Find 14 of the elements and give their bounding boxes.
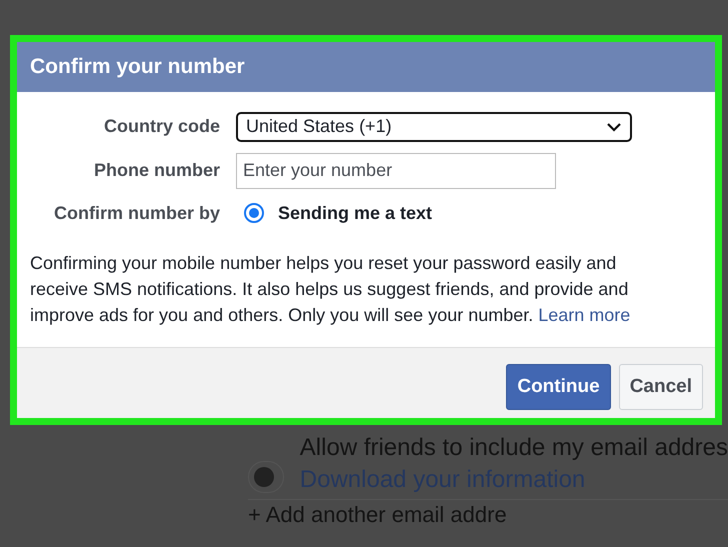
- radio-button[interactable]: [244, 203, 264, 223]
- description-text: Confirming your mobile number helps you reset your password easily and receive SMS notifications. It also helps us suggest friends, and provide and improve ads for you and others. Only you will see your number. Learn more: [29, 252, 632, 327]
- learn-more-link[interactable]: Learn more: [538, 304, 630, 324]
- radio-label[interactable]: Sending me a text: [278, 200, 432, 226]
- continue-button[interactable]: Continue: [506, 364, 611, 410]
- cancel-button[interactable]: Cancel: [618, 364, 703, 410]
- field-label: Phone number: [92, 159, 221, 182]
- caret-icon: [606, 122, 622, 132]
- phone-number-field[interactable]: Enter your number: [236, 152, 556, 188]
- country-code-select[interactable]: United States (+1): [236, 112, 632, 142]
- dialog-title: Confirm your number: [17, 42, 715, 92]
- toggle-switch[interactable]: [248, 461, 284, 493]
- field-label: Confirm number by: [52, 202, 221, 225]
- field-label: Country code: [102, 115, 221, 138]
